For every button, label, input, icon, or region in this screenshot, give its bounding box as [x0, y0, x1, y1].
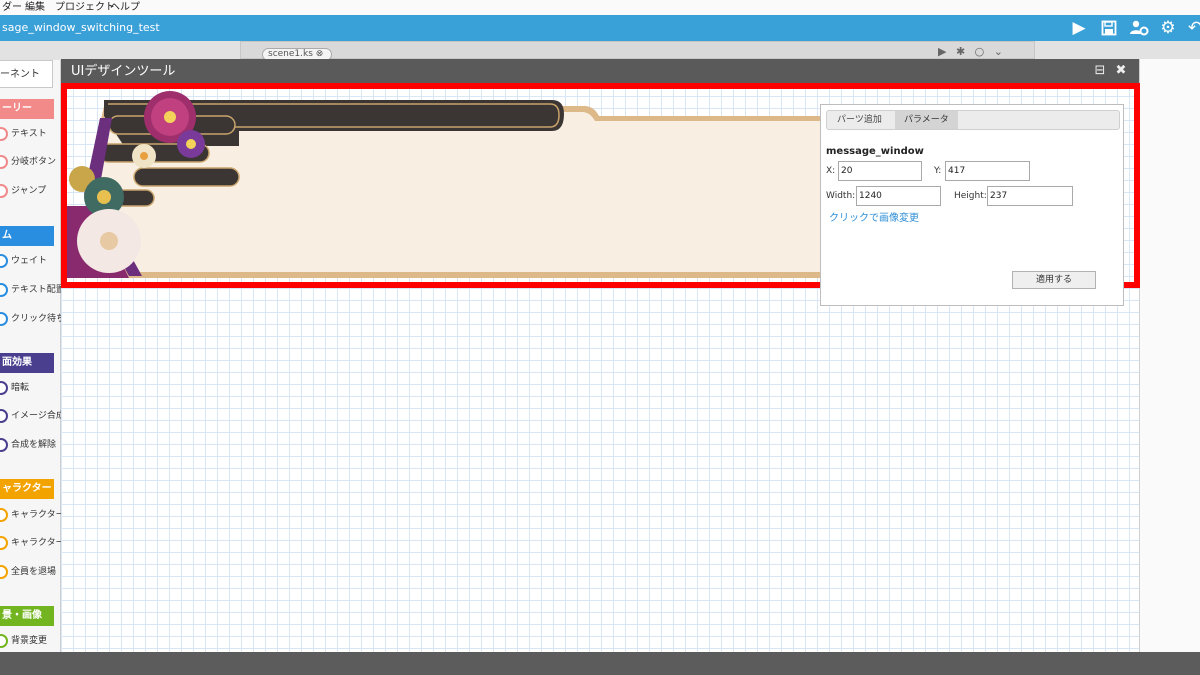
height-label: Height:: [954, 191, 987, 201]
circle-icon: [0, 634, 8, 648]
x-field[interactable]: [838, 161, 922, 181]
palette-section-background[interactable]: 景・画像: [0, 606, 54, 626]
parameter-panel: パーツ追加 パラメータ message_window X: Y: Width: …: [820, 104, 1124, 306]
palette-item-wait[interactable]: ウェイト: [0, 251, 61, 275]
width-label: Width:: [826, 191, 856, 201]
palette-item-image-composite[interactable]: イメージ合成: [0, 406, 61, 430]
palette-item-all-exit[interactable]: 全員を退場: [0, 562, 61, 586]
scene-tabstrip: [240, 41, 1035, 59]
circle-icon: [0, 155, 8, 169]
menu-project[interactable]: プロジェクト: [55, 0, 115, 15]
right-panel-edge: [1139, 59, 1200, 675]
width-field[interactable]: [856, 186, 941, 206]
palette-item-jump[interactable]: ジャンプ: [0, 181, 61, 205]
y-field[interactable]: [945, 161, 1030, 181]
dialog-title: UIデザインツール: [71, 64, 176, 79]
circle-icon: [0, 536, 8, 550]
dialog-titlebar: UIデザインツール ⊟ ✖: [61, 59, 1139, 84]
circle-icon: [0, 381, 8, 395]
circle-icon: [0, 312, 8, 326]
minimize-icon[interactable]: ⊟: [1093, 63, 1107, 79]
close-icon[interactable]: ✖: [1114, 63, 1128, 79]
menu-help[interactable]: ヘルプ: [110, 0, 140, 15]
palette-item-character-2[interactable]: キャラクター: [0, 533, 61, 557]
palette-item-character[interactable]: キャラクター: [0, 505, 61, 529]
circle-icon: [0, 127, 8, 141]
palette-section-system[interactable]: ム: [0, 226, 54, 246]
apply-button[interactable]: 適用する: [1012, 271, 1096, 289]
tab-add-parts[interactable]: パーツ追加: [828, 111, 891, 129]
circle-icon: [0, 184, 8, 198]
project-title: sage_window_switching_test: [2, 21, 160, 34]
part-name: message_window: [826, 146, 924, 157]
height-field[interactable]: [987, 186, 1073, 206]
palette-item-blackout[interactable]: 暗転: [0, 378, 61, 402]
palette-item-click-wait[interactable]: クリック待ち: [0, 309, 61, 333]
palette-item-clear-composite[interactable]: 合成を解除: [0, 435, 61, 459]
play-icon[interactable]: ▶: [1069, 18, 1089, 38]
menu-edit[interactable]: 編集: [25, 0, 45, 15]
undo-icon[interactable]: ↶: [1185, 18, 1200, 38]
menu-bar: ダー 編集 プロジェクト ヘルプ: [0, 0, 1200, 15]
save-icon[interactable]: [1099, 18, 1119, 38]
tab-parameters[interactable]: パラメータ: [895, 111, 958, 129]
palette-section-story[interactable]: ーリー: [0, 99, 54, 119]
circle-icon: [0, 438, 8, 452]
panel-tabs: パーツ追加 パラメータ: [826, 110, 1120, 130]
circle-icon: [0, 409, 8, 423]
circle-icon: [0, 508, 8, 522]
x-label: X:: [826, 166, 836, 176]
menu-item[interactable]: ダー: [2, 0, 22, 15]
palette-item-branch-button[interactable]: 分岐ボタン: [0, 152, 61, 176]
circle-icon: [0, 283, 8, 297]
palette-section-screen-effect[interactable]: 面効果: [0, 353, 54, 373]
app-header: sage_window_switching_test ▶ ⚙ ↶: [0, 15, 1200, 41]
change-image-link[interactable]: クリックで画像変更: [829, 209, 919, 224]
palette-section-character[interactable]: ャラクター: [0, 479, 54, 499]
y-label: Y:: [934, 166, 942, 176]
circle-icon: [0, 254, 8, 268]
status-strip: [0, 652, 1200, 675]
scene-tools[interactable]: ▶ ✱ ○ ⌄: [938, 45, 1006, 58]
gear-icon[interactable]: ⚙: [1158, 18, 1178, 38]
circle-icon: [0, 565, 8, 579]
palette-tab-component[interactable]: ーネント: [0, 60, 53, 88]
palette-item-text[interactable]: テキスト: [0, 124, 61, 148]
palette-item-text-layout[interactable]: テキスト配置: [0, 280, 61, 304]
users-gear-icon[interactable]: [1129, 18, 1149, 38]
